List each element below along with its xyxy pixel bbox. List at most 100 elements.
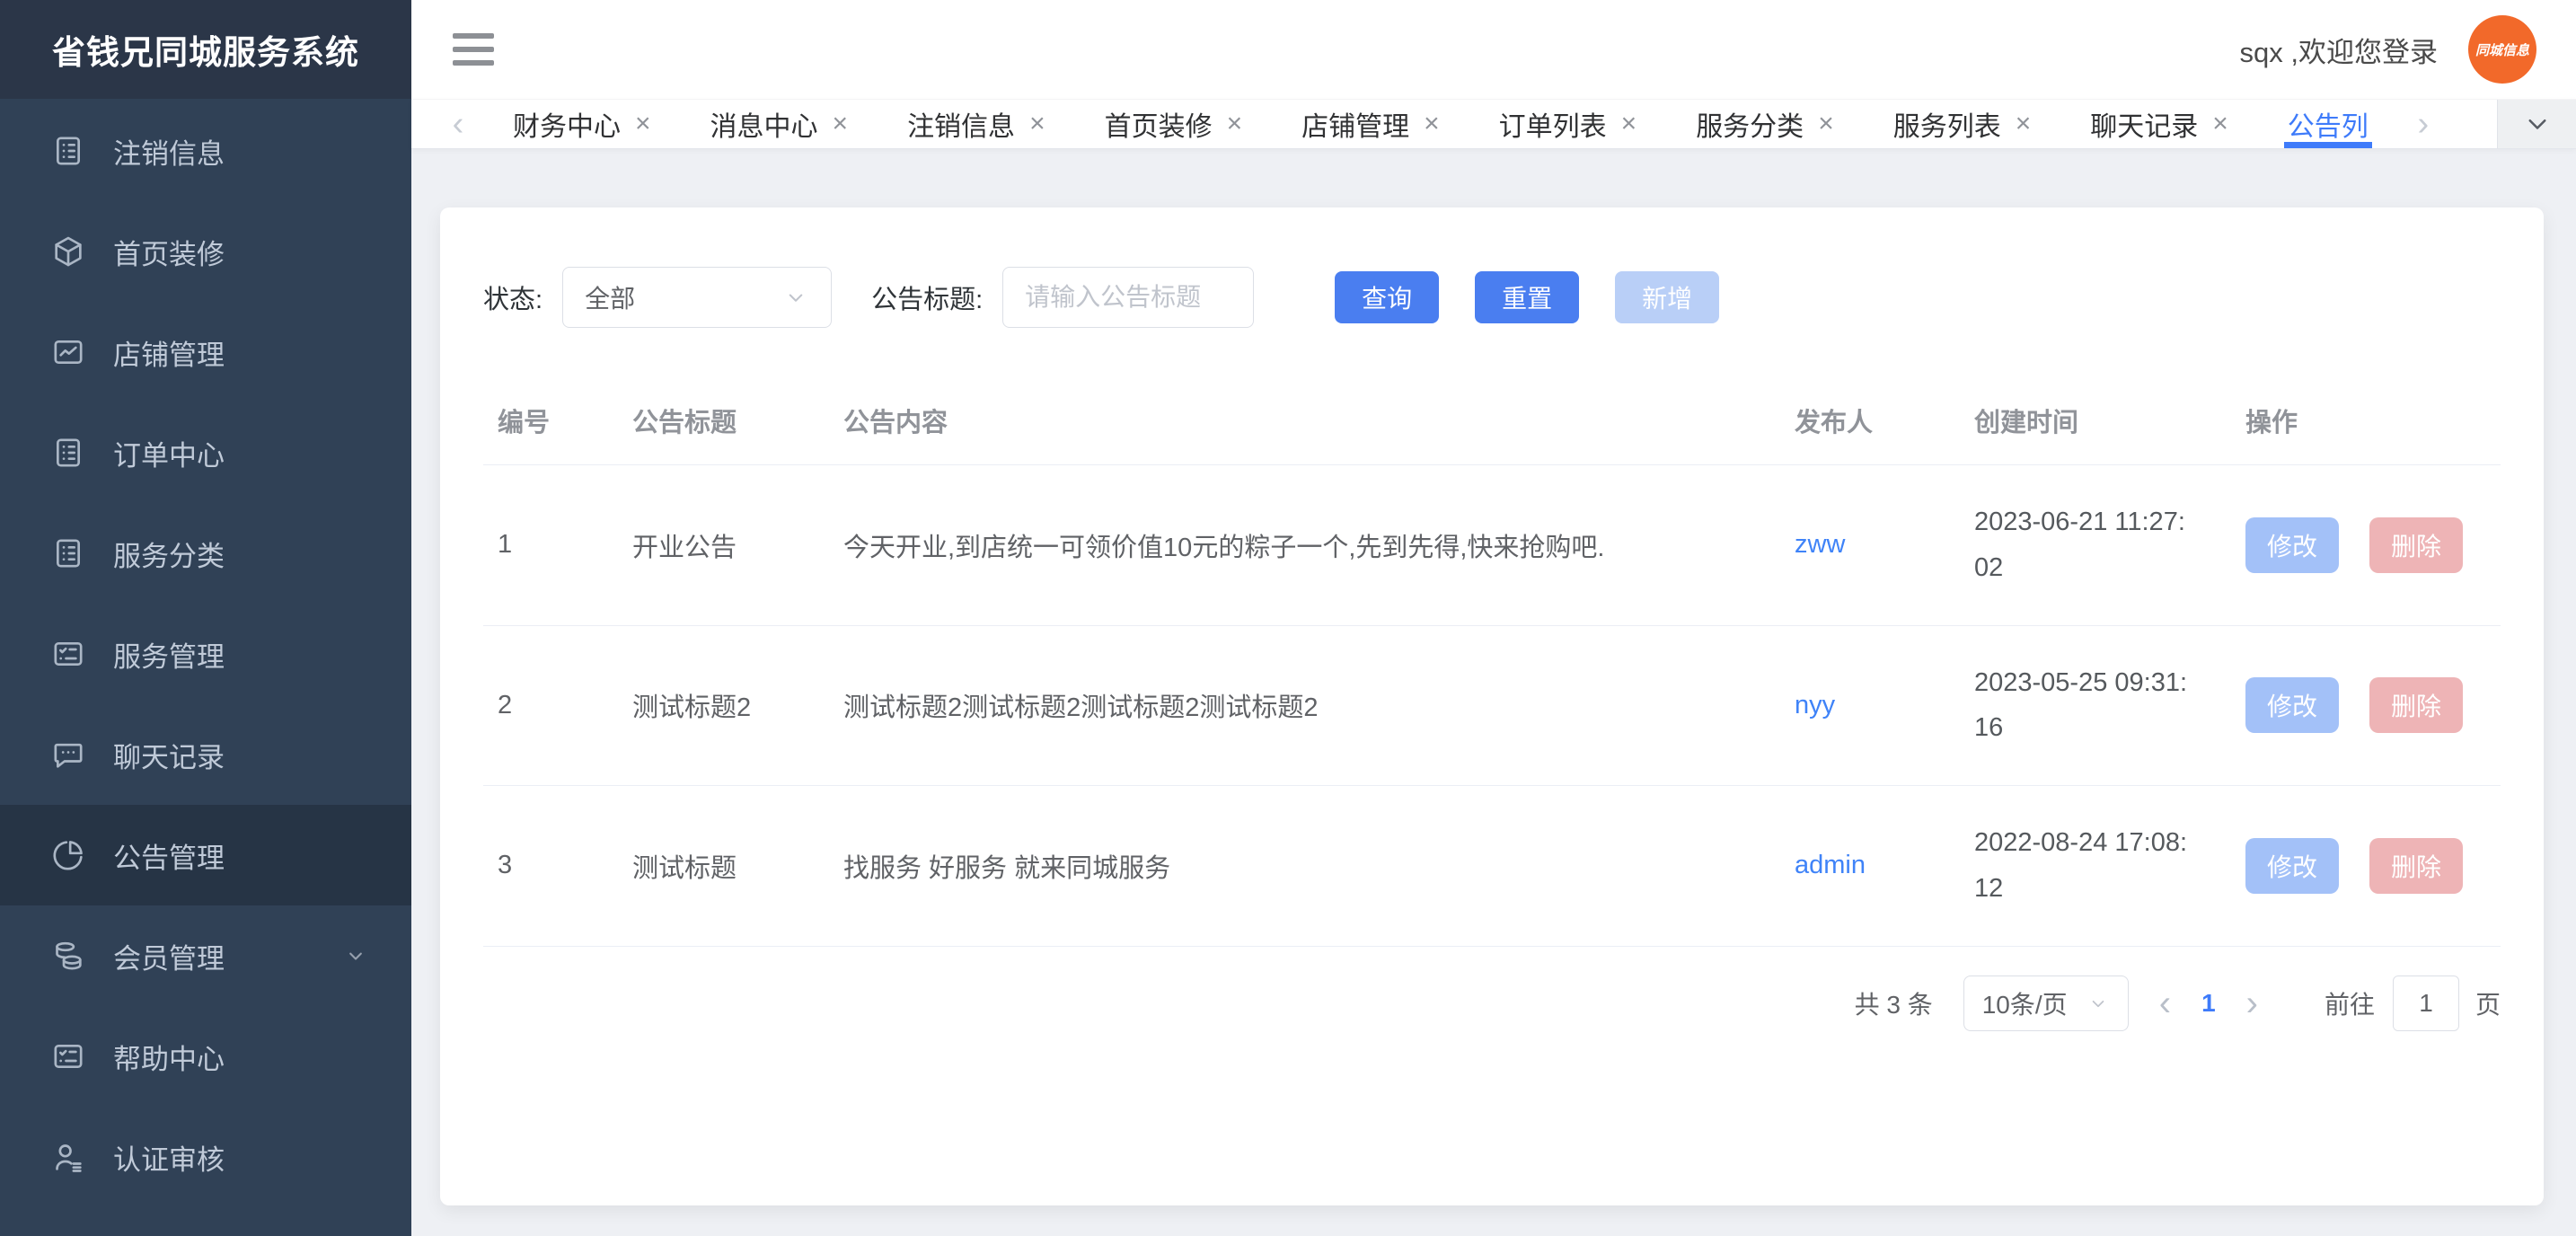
sidebar-item-member-manage[interactable]: 会员管理 — [0, 905, 411, 1006]
col-title: 公告标题 — [618, 380, 829, 465]
reset-button[interactable]: 重置 — [1475, 271, 1579, 323]
sidebar-item-label: 注销信息 — [113, 131, 225, 172]
tab-logout-info[interactable]: 注销信息× — [907, 100, 1045, 148]
sidebar-item-label: 聊天记录 — [113, 735, 225, 775]
delete-button[interactable]: 删除 — [2369, 677, 2463, 733]
status-select[interactable]: 全部 — [562, 267, 832, 328]
sidebar-item-help-center[interactable]: 帮助中心 — [0, 1006, 411, 1107]
tab-bar: ‹ 财务中心× 消息中心× 注销信息× 首页装修× 店铺管理× 订单列表× 服务… — [411, 99, 2576, 149]
sidebar-item-label: 服务分类 — [113, 534, 225, 574]
cell-content: 找服务 好服务 就来同城服务 — [829, 786, 1780, 947]
close-icon[interactable]: × — [2212, 110, 2228, 137]
current-page[interactable]: 1 — [2201, 989, 2216, 1018]
total-count: 共 3 条 — [1855, 985, 1933, 1021]
sidebar-item-order-center[interactable]: 订单中心 — [0, 402, 411, 503]
goto-page-input[interactable] — [2393, 976, 2459, 1031]
tab-finance-center[interactable]: 财务中心× — [513, 100, 651, 148]
tab-dropdown-button[interactable] — [2497, 100, 2576, 148]
sidebar-item-auth-review[interactable]: 认证审核 — [0, 1107, 411, 1207]
col-id: 编号 — [483, 380, 618, 465]
pagination: 共 3 条 10条/页 ‹ 1 › 前往 页 — [483, 976, 2501, 1031]
sidebar-item-label: 订单中心 — [113, 433, 225, 473]
tab-shop-manage[interactable]: 店铺管理× — [1301, 100, 1440, 148]
chart-icon — [50, 334, 86, 370]
sidebar-item-home-decorate[interactable]: 首页装修 — [0, 201, 411, 302]
sidebar-item-chat-history[interactable]: 聊天记录 — [0, 704, 411, 805]
announcement-table: 编号 公告标题 公告内容 发布人 创建时间 操作 1 开业公告 今天开业,到店统… — [483, 380, 2501, 947]
cell-content: 测试标题2测试标题2测试标题2测试标题2 — [829, 625, 1780, 786]
tab-service-list[interactable]: 服务列表× — [1893, 100, 2032, 148]
tab-scroll-left-icon[interactable]: ‹ — [433, 100, 483, 148]
edit-button[interactable]: 修改 — [2245, 517, 2339, 573]
col-actions: 操作 — [2231, 380, 2501, 465]
chevron-down-icon — [782, 284, 809, 311]
cell-title: 开业公告 — [618, 465, 829, 626]
cell-title: 测试标题 — [618, 786, 829, 947]
list-check-icon — [50, 636, 86, 672]
close-icon[interactable]: × — [833, 110, 849, 137]
clipboard-icon — [50, 535, 86, 571]
sidebar-item-label: 认证审核 — [113, 1137, 225, 1178]
close-icon[interactable]: × — [635, 110, 651, 137]
status-select-value: 全部 — [585, 279, 635, 315]
tab-message-center[interactable]: 消息中心× — [710, 100, 849, 148]
prev-page-icon[interactable]: ‹ — [2129, 985, 2201, 1021]
page-size-value: 10条/页 — [1982, 985, 2068, 1021]
tab-order-list[interactable]: 订单列表× — [1499, 100, 1637, 148]
pie-chart-icon — [50, 837, 86, 873]
content-area: 状态: 全部 公告标题: 查询 重置 新增 编号 — [411, 149, 2576, 1236]
chevron-down-icon — [343, 943, 368, 968]
publisher-link[interactable]: nyy — [1795, 691, 1835, 720]
col-publisher: 发布人 — [1780, 380, 1960, 465]
close-icon[interactable]: × — [1818, 110, 1834, 137]
cell-content: 今天开业,到店统一可领价值10元的粽子一个,先到先得,快来抢购吧. — [829, 465, 1780, 626]
delete-button[interactable]: 删除 — [2369, 838, 2463, 894]
sidebar-item-shop-manage[interactable]: 店铺管理 — [0, 302, 411, 402]
close-icon[interactable]: × — [1424, 110, 1440, 137]
tab-chat-history[interactable]: 聊天记录× — [2090, 100, 2228, 148]
sidebar-item-label: 店铺管理 — [113, 332, 225, 373]
cube-icon — [50, 234, 86, 269]
tab-service-category[interactable]: 服务分类× — [1696, 100, 1834, 148]
sidebar-item-label: 会员管理 — [113, 936, 225, 976]
sidebar-item-announcement-manage[interactable]: 公告管理 — [0, 805, 411, 905]
delete-button[interactable]: 删除 — [2369, 517, 2463, 573]
table-header-row: 编号 公告标题 公告内容 发布人 创建时间 操作 — [483, 380, 2501, 465]
open-tabs: 财务中心× 消息中心× 注销信息× 首页装修× 店铺管理× 订单列表× 服务分类… — [483, 100, 2398, 148]
filter-bar: 状态: 全部 公告标题: 查询 重置 新增 — [483, 267, 2501, 328]
sidebar-item-label: 首页装修 — [113, 232, 225, 272]
cell-id: 3 — [483, 786, 618, 947]
col-created: 创建时间 — [1960, 380, 2231, 465]
close-icon[interactable]: × — [1227, 110, 1243, 137]
cell-created: 2022-08-24 17:08:12 — [1960, 786, 2231, 947]
sidebar-item-service-manage[interactable]: 服务管理 — [0, 604, 411, 704]
tab-announcement-list-active[interactable]: 公告列 — [2288, 100, 2369, 148]
edit-button[interactable]: 修改 — [2245, 677, 2339, 733]
add-button[interactable]: 新增 — [1615, 271, 1719, 323]
top-header: sqx ,欢迎您登录 同城信息 — [411, 0, 2576, 99]
sidebar-item-logout-info[interactable]: 注销信息 — [0, 101, 411, 201]
page-size-select[interactable]: 10条/页 — [1963, 976, 2129, 1031]
edit-button[interactable]: 修改 — [2245, 838, 2339, 894]
avatar[interactable]: 同城信息 — [2468, 15, 2536, 84]
search-button[interactable]: 查询 — [1335, 271, 1439, 323]
tab-scroll-right-icon[interactable]: › — [2398, 100, 2448, 148]
cell-id: 2 — [483, 625, 618, 786]
table-row: 1 开业公告 今天开业,到店统一可领价值10元的粽子一个,先到先得,快来抢购吧.… — [483, 465, 2501, 626]
close-icon[interactable]: × — [2016, 110, 2032, 137]
tab-home-decorate[interactable]: 首页装修× — [1105, 100, 1243, 148]
chat-icon — [50, 737, 86, 772]
announcement-title-input[interactable] — [1002, 267, 1254, 328]
next-page-icon[interactable]: › — [2216, 985, 2289, 1021]
chevron-down-icon — [2521, 108, 2554, 140]
hamburger-menu-icon[interactable] — [453, 33, 494, 66]
publisher-link[interactable]: admin — [1795, 851, 1866, 879]
publisher-link[interactable]: zww — [1795, 530, 1845, 559]
announcement-card: 状态: 全部 公告标题: 查询 重置 新增 编号 — [440, 207, 2544, 1205]
close-icon[interactable]: × — [1029, 110, 1045, 137]
welcome-text: sqx ,欢迎您登录 — [2240, 30, 2438, 70]
coins-icon — [50, 938, 86, 974]
cell-id: 1 — [483, 465, 618, 626]
sidebar-item-service-category[interactable]: 服务分类 — [0, 503, 411, 604]
close-icon[interactable]: × — [1621, 110, 1637, 137]
